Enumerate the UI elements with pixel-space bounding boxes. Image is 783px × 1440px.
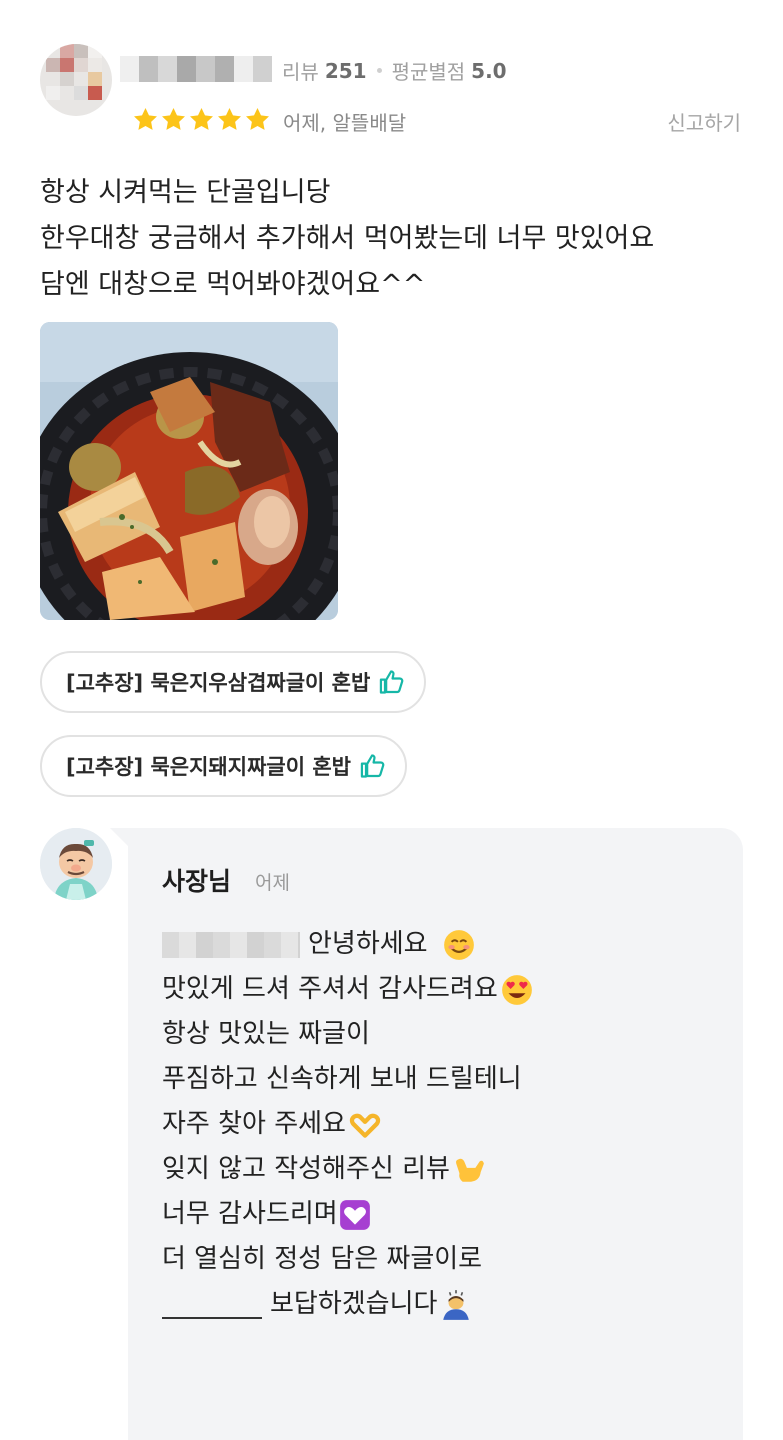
reviewer-stats: 리뷰 251 평균별점 5.0 [282, 56, 507, 85]
avg-rating: 5.0 [471, 58, 507, 83]
star-icon [162, 108, 185, 130]
reply-line-text: 안녕하세요 [308, 929, 428, 959]
menu-tag-label: [고추장] 묵은지우삼겹짜글이 혼밥 [66, 671, 371, 695]
thumbs-up-icon [360, 754, 385, 778]
reply-line-text: 항상 맛있는 짜글이 [162, 1019, 370, 1049]
review-count-label: 리뷰 [282, 60, 319, 84]
reply-line: 잊지 않고 작성해주신 리뷰 [162, 1147, 534, 1192]
reply-line-text: 푸짐하고 신속하게 보내 드릴테니 [162, 1064, 522, 1094]
menu-tag-label: [고추장] 묵은지돼지짜글이 혼밥 [66, 755, 351, 779]
reply-line: 자주 찾아 주세요 [162, 1102, 534, 1147]
thumbs-up-icon [380, 670, 404, 694]
reply-line: 푸짐하고 신속하게 보내 드릴테니 [162, 1057, 534, 1102]
owner-avatar [40, 828, 112, 900]
reply-line-text: 더 열심히 정성 담은 짜글이로 [162, 1244, 483, 1274]
reviewer-avatar[interactable] [40, 44, 112, 116]
star-icon [134, 108, 157, 130]
heart-hands-emoji-icon [349, 1113, 381, 1138]
reply-line-text: 보답하겠습니다 [270, 1289, 438, 1319]
heart-eyes-emoji-icon [501, 974, 532, 1005]
menu-tag-2[interactable]: [고추장] 묵은지돼지짜글이 혼밥 [40, 735, 407, 797]
bowing-person-emoji-icon [443, 1289, 470, 1320]
avg-rating-label: 평균별점 [391, 60, 466, 84]
reply-line-text: 맛있게 드셔 주셔서 감사드려요 [162, 974, 498, 1004]
call-me-hand-emoji-icon [455, 1158, 484, 1182]
reply-line-text: 잊지 않고 작성해주신 리뷰 [162, 1154, 450, 1184]
owner-name: 사장님 [162, 867, 232, 896]
menu-tag-1[interactable]: [고추장] 묵은지우삼겹짜글이 혼밥 [40, 651, 427, 713]
separator-dot [376, 68, 382, 73]
food-photo-illustration [40, 322, 338, 620]
reply-line: 안녕하세요 [162, 922, 534, 967]
reply-line: 더 열심히 정성 담은 짜글이로 [162, 1237, 534, 1282]
review-body: 항상 시켜먹는 단골입니당 한우대창 궁금해서 추가해서 먹어봤는데 너무 맛있… [40, 170, 654, 308]
rating-stars [132, 106, 271, 133]
review-line: 담엔 대창으로 먹어봐야겠어요^^ [40, 269, 426, 300]
reply-date: 어제 [255, 872, 290, 894]
reviewer-name-blurred[interactable] [120, 56, 272, 82]
reply-line-text: 너무 감사드리며 [162, 1199, 338, 1229]
report-button[interactable]: 신고하기 [667, 107, 741, 136]
reply-line: 너무 감사드리며 [162, 1192, 534, 1237]
star-icon [190, 108, 213, 130]
reply-line: 보답하겠습니다 [162, 1282, 534, 1327]
review-date-delivery: 어제, 알뜰배달 [283, 111, 407, 135]
review-count: 251 [324, 58, 367, 83]
purple-heart-emoji-icon [339, 1199, 370, 1230]
reply-line-text: 자주 찾아 주세요 [162, 1109, 346, 1139]
reply-bubble-tail [110, 828, 130, 848]
owner-reply-body: 안녕하세요 맛있게 드셔 주셔서 감사드려요 항상 맛있는 짜글이 푸짐하고 신… [162, 922, 534, 1327]
review-photo[interactable] [40, 322, 338, 620]
blank-underline [162, 1291, 262, 1319]
reply-line: 맛있게 드셔 주셔서 감사드려요 [162, 967, 534, 1012]
star-icon [218, 108, 241, 130]
customer-name-blurred [162, 931, 300, 958]
review-line: 항상 시켜먹는 단골입니당 [40, 177, 331, 208]
reply-line: 항상 맛있는 짜글이 [162, 1012, 534, 1057]
star-icon [246, 108, 269, 130]
review-line: 한우대창 궁금해서 추가해서 먹어봤는데 너무 맛있어요 [40, 223, 655, 254]
owner-character-icon [40, 828, 112, 900]
smiling-face-emoji-icon [443, 929, 474, 960]
